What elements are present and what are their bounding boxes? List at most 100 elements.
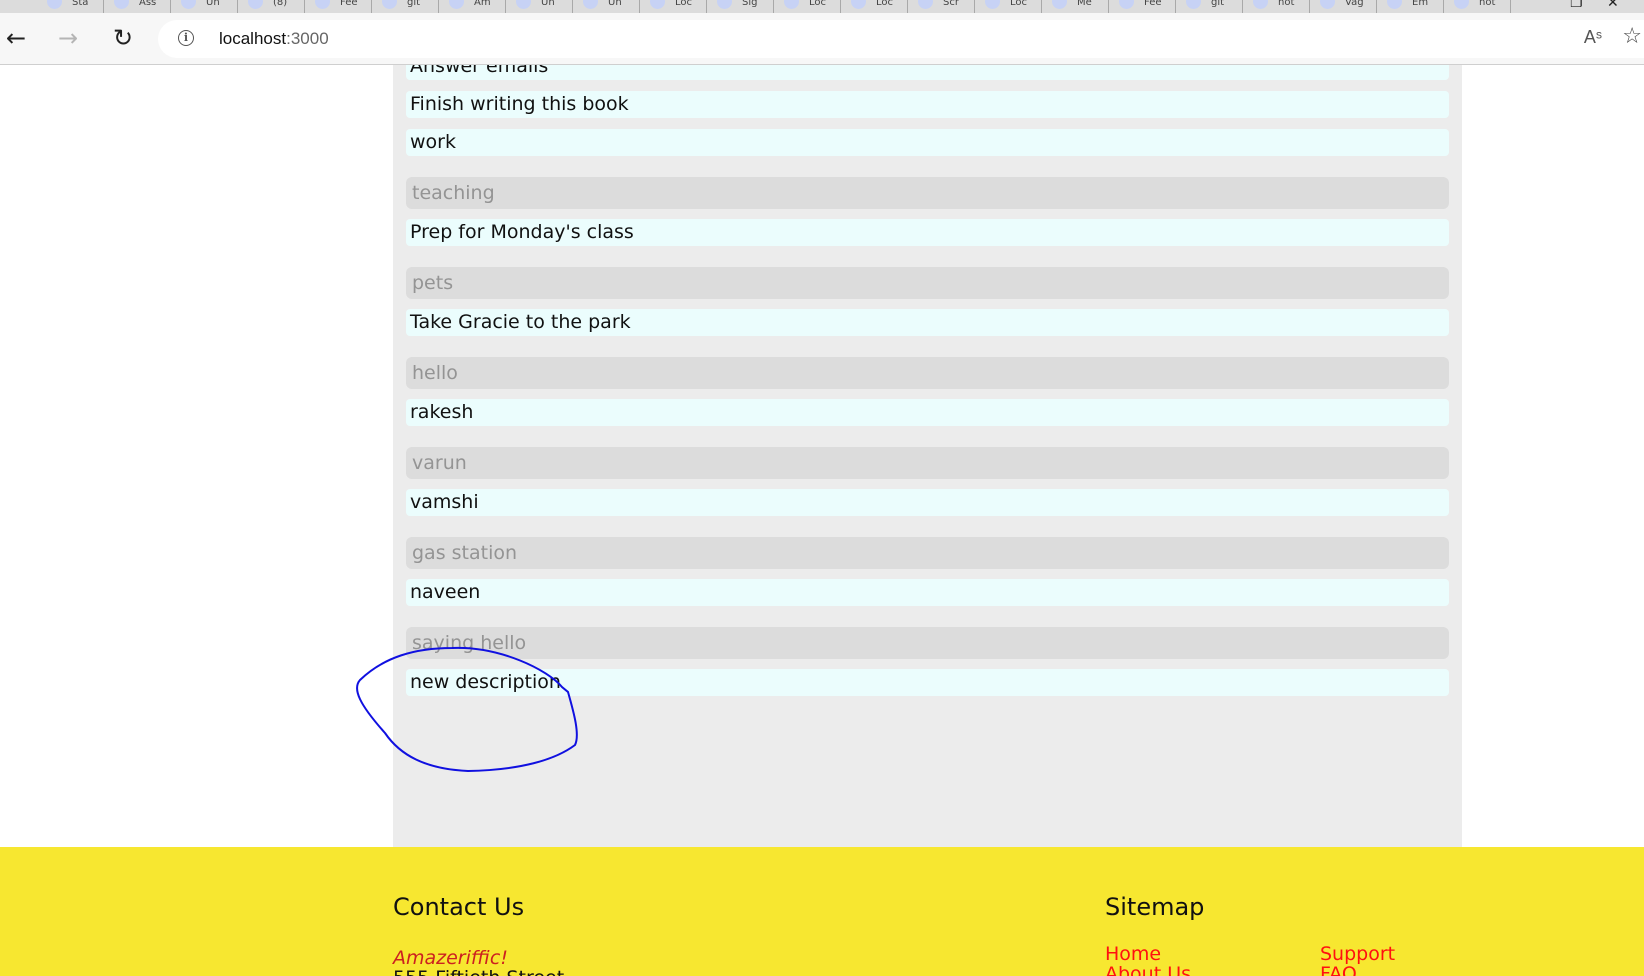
tab-strip: ❐ ✕ Sta Ass Un (8) Fee git Am Un Un Loc Sig Loc Loc S… — [0, 0, 1644, 13]
read-aloud-icon[interactable]: Aˢ — [1584, 27, 1602, 48]
tag-header: gas station — [406, 537, 1449, 569]
browser-toolbar: ← → ↻ i localhost:3000 Aˢ ☆ — [0, 13, 1644, 65]
close-window-icon[interactable]: ✕ — [1607, 0, 1619, 10]
browser-tab[interactable]: not — [1244, 0, 1310, 13]
tab-label: Fee — [1144, 0, 1162, 8]
tag-header: saying hello — [406, 627, 1449, 659]
tab-favicon-icon — [47, 0, 62, 9]
tag-header: hello — [406, 357, 1449, 389]
tab-favicon-icon — [1387, 0, 1402, 9]
tab-favicon-icon — [1320, 0, 1335, 9]
contact-heading: Contact Us — [393, 893, 525, 921]
todo-item: naveen — [406, 579, 1449, 606]
tab-favicon-icon — [784, 0, 799, 9]
browser-tab[interactable]: Un — [574, 0, 640, 13]
browser-tab[interactable]: Fee — [1110, 0, 1176, 13]
tab-favicon-icon — [382, 0, 397, 9]
footer-link-about-us[interactable]: About Us — [1105, 963, 1191, 976]
page-content: Answer emails Finish writing this book wor… — [0, 65, 1644, 976]
tab-favicon-icon — [717, 0, 732, 9]
browser-tab[interactable]: Loc — [775, 0, 841, 13]
reload-button[interactable]: ↻ — [107, 23, 139, 55]
tab-label: Em — [1412, 0, 1429, 8]
tab-label: git — [1211, 0, 1225, 8]
todo-item: Finish writing this book — [406, 91, 1449, 118]
tab-label: Loc — [1010, 0, 1028, 8]
todo-item: Take Gracie to the park — [406, 309, 1449, 336]
tab-favicon-icon — [1253, 0, 1268, 9]
add-favorite-icon[interactable]: ☆ — [1622, 24, 1642, 49]
browser-tab[interactable]: Sta — [38, 0, 104, 13]
url-host: localhost — [219, 29, 287, 48]
tab-label: Loc — [675, 0, 693, 8]
tab-favicon-icon — [315, 0, 330, 9]
tab-label: Am — [474, 0, 491, 8]
tab-favicon-icon — [851, 0, 866, 9]
address-bar[interactable]: i localhost:3000 Aˢ ☆ — [158, 20, 1644, 58]
tab-favicon-icon — [1186, 0, 1201, 9]
tab-label: Loc — [876, 0, 894, 8]
tab-label: Ass — [139, 0, 157, 8]
tab-label: Scr — [943, 0, 959, 8]
tab-favicon-icon — [583, 0, 598, 9]
tab-label: Vag — [1345, 0, 1364, 8]
back-arrow-icon: ← — [5, 24, 27, 52]
todo-item: new description — [406, 669, 1449, 696]
tab-favicon-icon — [1454, 0, 1469, 9]
tab-label: not — [1278, 0, 1295, 8]
url-port: :3000 — [286, 29, 329, 48]
tab-favicon-icon — [449, 0, 464, 9]
browser-tab[interactable]: git — [1177, 0, 1243, 13]
brand-name: Amazeriffic! — [393, 947, 508, 969]
tab-label: Loc — [809, 0, 827, 8]
todo-item: vamshi — [406, 489, 1449, 516]
browser-tab[interactable]: Ass — [105, 0, 171, 13]
browser-tab[interactable]: Scr — [909, 0, 975, 13]
todo-panel: Answer emails Finish writing this book wor… — [393, 65, 1462, 857]
url-text[interactable]: localhost:3000 — [219, 29, 329, 49]
forward-arrow-icon: → — [57, 24, 79, 52]
sitemap-heading: Sitemap — [1105, 893, 1205, 921]
restore-window-icon[interactable]: ❐ — [1570, 0, 1583, 10]
footer-link-home[interactable]: Home — [1105, 943, 1161, 965]
tab-label: Me — [1077, 0, 1092, 8]
browser-tab[interactable]: (8) — [239, 0, 305, 13]
browser-tab[interactable]: Am — [440, 0, 506, 13]
footer-link-faq[interactable]: FAQ — [1320, 963, 1357, 976]
browser-tab[interactable]: Un — [172, 0, 238, 13]
tag-header: teaching — [406, 177, 1449, 209]
tab-label: not — [1479, 0, 1496, 8]
tab-label: (8) — [273, 0, 288, 8]
tab-label: Un — [206, 0, 220, 8]
tag-header: varun — [406, 447, 1449, 479]
browser-tab[interactable]: Loc — [842, 0, 908, 13]
browser-tab[interactable]: not — [1445, 0, 1511, 13]
back-button[interactable]: ← — [0, 23, 32, 55]
tab-favicon-icon — [918, 0, 933, 9]
browser-tab[interactable]: Sig — [708, 0, 774, 13]
browser-tab[interactable]: Vag — [1311, 0, 1377, 13]
tab-favicon-icon — [650, 0, 665, 9]
tab-favicon-icon — [248, 0, 263, 9]
tab-label: Sig — [742, 0, 758, 8]
tab-label: Un — [541, 0, 555, 8]
todo-item: Answer emails — [406, 65, 1449, 80]
todo-item: Prep for Monday's class — [406, 219, 1449, 246]
reload-icon: ↻ — [112, 24, 134, 52]
browser-tab[interactable]: Me — [1043, 0, 1109, 13]
tab-favicon-icon — [516, 0, 531, 9]
tab-favicon-icon — [181, 0, 196, 9]
forward-button[interactable]: → — [52, 23, 84, 55]
info-icon[interactable]: i — [178, 30, 194, 46]
browser-tab[interactable]: Fee — [306, 0, 372, 13]
tag-header: pets — [406, 267, 1449, 299]
browser-tab[interactable]: Loc — [976, 0, 1042, 13]
browser-tab[interactable]: Em — [1378, 0, 1444, 13]
tab-favicon-icon — [1119, 0, 1134, 9]
browser-tab[interactable]: git — [373, 0, 439, 13]
browser-tab[interactable]: Loc — [641, 0, 707, 13]
tab-favicon-icon — [114, 0, 129, 9]
browser-tab[interactable]: Un — [507, 0, 573, 13]
footer-link-support[interactable]: Support — [1320, 943, 1395, 965]
address-line: 555 Fiftieth Street — [393, 967, 564, 976]
